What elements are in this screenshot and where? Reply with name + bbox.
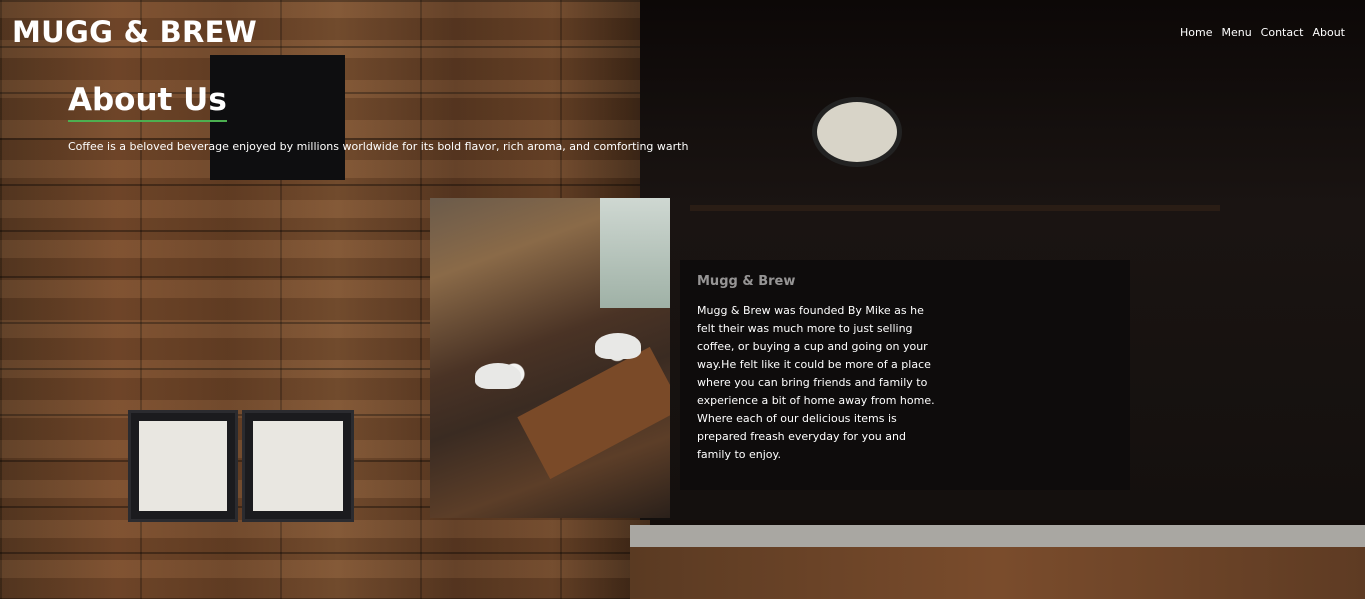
wall-shelf xyxy=(690,205,1220,211)
site-logo[interactable]: MUGG & BREW xyxy=(12,15,257,49)
nav-home-link[interactable]: Home xyxy=(1180,26,1212,39)
wall-clock xyxy=(812,97,902,167)
nav-contact-link[interactable]: Contact xyxy=(1261,26,1304,39)
menu-clipboard-left xyxy=(128,410,238,522)
cafe-interior-photo xyxy=(430,198,670,518)
story-paragraph: Mugg & Brew was founded By Mike as he fe… xyxy=(697,304,935,461)
wall-artwork xyxy=(210,55,345,180)
intro-text: Coffee is a beloved beverage enjoyed by … xyxy=(68,140,689,153)
story-subtitle: Mugg & Brew xyxy=(697,274,796,289)
top-nav: Home Menu Contact About xyxy=(1180,26,1345,39)
photo-lamp xyxy=(595,333,641,359)
photo-window xyxy=(600,198,670,308)
page-title: About Us xyxy=(68,82,227,122)
counter-front xyxy=(630,547,1365,599)
counter-top xyxy=(630,525,1365,547)
nav-menu-link[interactable]: Menu xyxy=(1221,26,1251,39)
nav-about-link[interactable]: About xyxy=(1312,26,1345,39)
menu-clipboard-right xyxy=(242,410,354,522)
photo-table xyxy=(517,346,670,480)
photo-lamp xyxy=(475,363,521,389)
